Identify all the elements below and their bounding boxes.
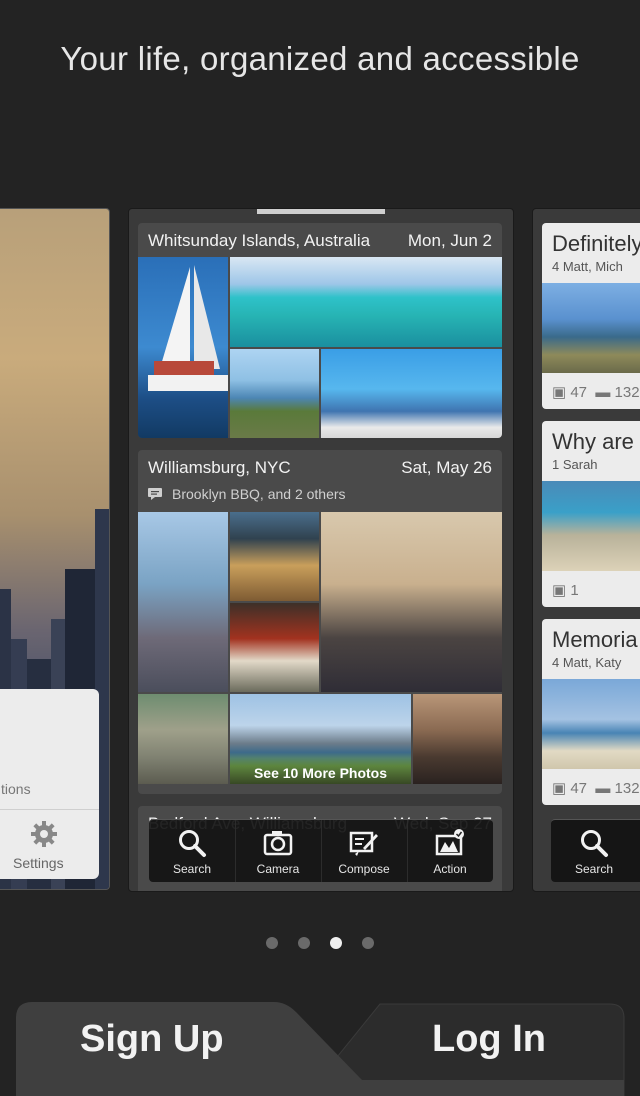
photo-thumbnail[interactable]: [321, 349, 502, 438]
toolbar-search-button[interactable]: Search: [149, 820, 236, 882]
toolbar-label: Search: [172, 862, 212, 876]
tile-comment-count: 132: [614, 384, 640, 401]
toolbar-camera-button[interactable]: Camera: [235, 820, 322, 882]
tile-stats: ▣ 47 ▬ 132: [552, 780, 640, 797]
tile-photo: [542, 283, 640, 373]
page-dot[interactable]: [362, 937, 374, 949]
moment-header: Whitsunday Islands, Australia Mon, Jun 2: [138, 223, 502, 257]
moment-subtitle-text: Brooklyn BBQ, and 2 others: [172, 486, 346, 502]
comment-icon: [148, 488, 162, 500]
tile-stats: ▣ 47 ▬ 132: [552, 384, 640, 401]
page-dot-active[interactable]: [330, 937, 342, 949]
toolbar-label: Compose: [338, 862, 390, 876]
tile-people: 4 Matt, Katy: [552, 655, 622, 670]
toolbar-action-button[interactable]: Action: [407, 820, 493, 882]
login-tab[interactable]: Log In: [432, 1018, 546, 1061]
page-indicator: [0, 937, 640, 951]
moment-subtitle: Brooklyn BBQ, and 2 others: [138, 484, 502, 506]
tile-stats: ▣ 1: [552, 582, 579, 599]
sailboat-graphic: [148, 265, 228, 391]
photo-thumbnail[interactable]: [138, 257, 228, 438]
photo-thumbnail[interactable]: [230, 349, 319, 438]
photo-thumbnail[interactable]: [321, 512, 502, 692]
photo-thumbnail[interactable]: [138, 512, 228, 692]
moment-card[interactable]: Williamsburg, NYC Sat, May 26 Brooklyn B…: [138, 450, 502, 794]
moment-location: Williamsburg, NYC: [148, 458, 291, 477]
photo-thumbnail[interactable]: See 10 More Photos: [230, 694, 411, 784]
toolbar-label: Camera: [256, 862, 300, 876]
action-icon: [435, 829, 464, 856]
photo-thumbnail[interactable]: [230, 603, 319, 692]
tile-photo-count: 1: [570, 582, 579, 599]
photo-thumbnail[interactable]: [230, 512, 319, 601]
tile-people: 1 Sarah: [552, 457, 598, 472]
tile-title: Definitely: [552, 231, 640, 256]
conversation-tile[interactable]: Definitely 4 Matt, Mich ▣ 47 ▬ 132: [542, 223, 640, 409]
pull-handle: [257, 209, 385, 214]
page-dot[interactable]: [266, 937, 278, 949]
photo-thumbnail[interactable]: [413, 694, 502, 784]
tile-comment-count: 132: [614, 780, 640, 797]
signup-tab[interactable]: Sign Up: [80, 1018, 224, 1061]
moment-date: Mon, Jun 2: [407, 231, 492, 250]
moment-date: Sat, May 26: [401, 458, 492, 477]
conversation-tile[interactable]: Memoria 4 Matt, Katy ▣ 47 ▬ 132: [542, 619, 640, 805]
tile-people: 4 Matt, Mich: [552, 259, 623, 274]
app-preview-card: Whitsunday Islands, Australia Mon, Jun 2…: [128, 208, 514, 892]
conversation-tile[interactable]: Why are 1 Sarah ▣ 1: [542, 421, 640, 607]
photo-thumbnail[interactable]: [138, 694, 228, 784]
gear-icon[interactable]: [29, 819, 59, 849]
right-preview-card[interactable]: Definitely 4 Matt, Mich ▣ 47 ▬ 132 Why a…: [532, 208, 640, 892]
page-dot[interactable]: [298, 937, 310, 949]
tile-photo: [542, 679, 640, 769]
tile-photo: [542, 481, 640, 571]
left-preview-card[interactable]: tions Settings: [0, 208, 110, 890]
tile-photo-count: 47: [570, 780, 588, 797]
compose-icon: [349, 831, 378, 856]
settings-label[interactable]: Settings: [13, 855, 64, 871]
right-search-label: Search: [575, 862, 614, 876]
bottom-toolbar: Search Camera Compose Action: [149, 819, 493, 882]
photo-thumbnail[interactable]: [230, 257, 502, 347]
right-toolbar: Search: [551, 819, 640, 882]
search-icon: [179, 830, 206, 857]
menu-divider: [0, 809, 99, 810]
moment-location: Whitsunday Islands, Australia: [148, 231, 371, 250]
toolbar-label: Action: [433, 862, 467, 876]
tile-title: Memoria: [552, 627, 638, 652]
moment-header: Williamsburg, NYC Sat, May 26: [138, 450, 502, 484]
see-more-photos-link[interactable]: See 10 More Photos: [230, 758, 411, 784]
moment-card[interactable]: Whitsunday Islands, Australia Mon, Jun 2: [138, 223, 502, 438]
search-icon[interactable]: [579, 828, 609, 858]
tile-photo-count: 47: [570, 384, 588, 401]
tile-title: Why are: [552, 429, 634, 454]
side-menu: tions Settings: [0, 689, 99, 879]
headline: Your life, organized and accessible: [60, 40, 580, 77]
menu-option-partial[interactable]: tions: [1, 781, 31, 797]
camera-icon: [263, 831, 293, 856]
toolbar-compose-button[interactable]: Compose: [321, 820, 408, 882]
